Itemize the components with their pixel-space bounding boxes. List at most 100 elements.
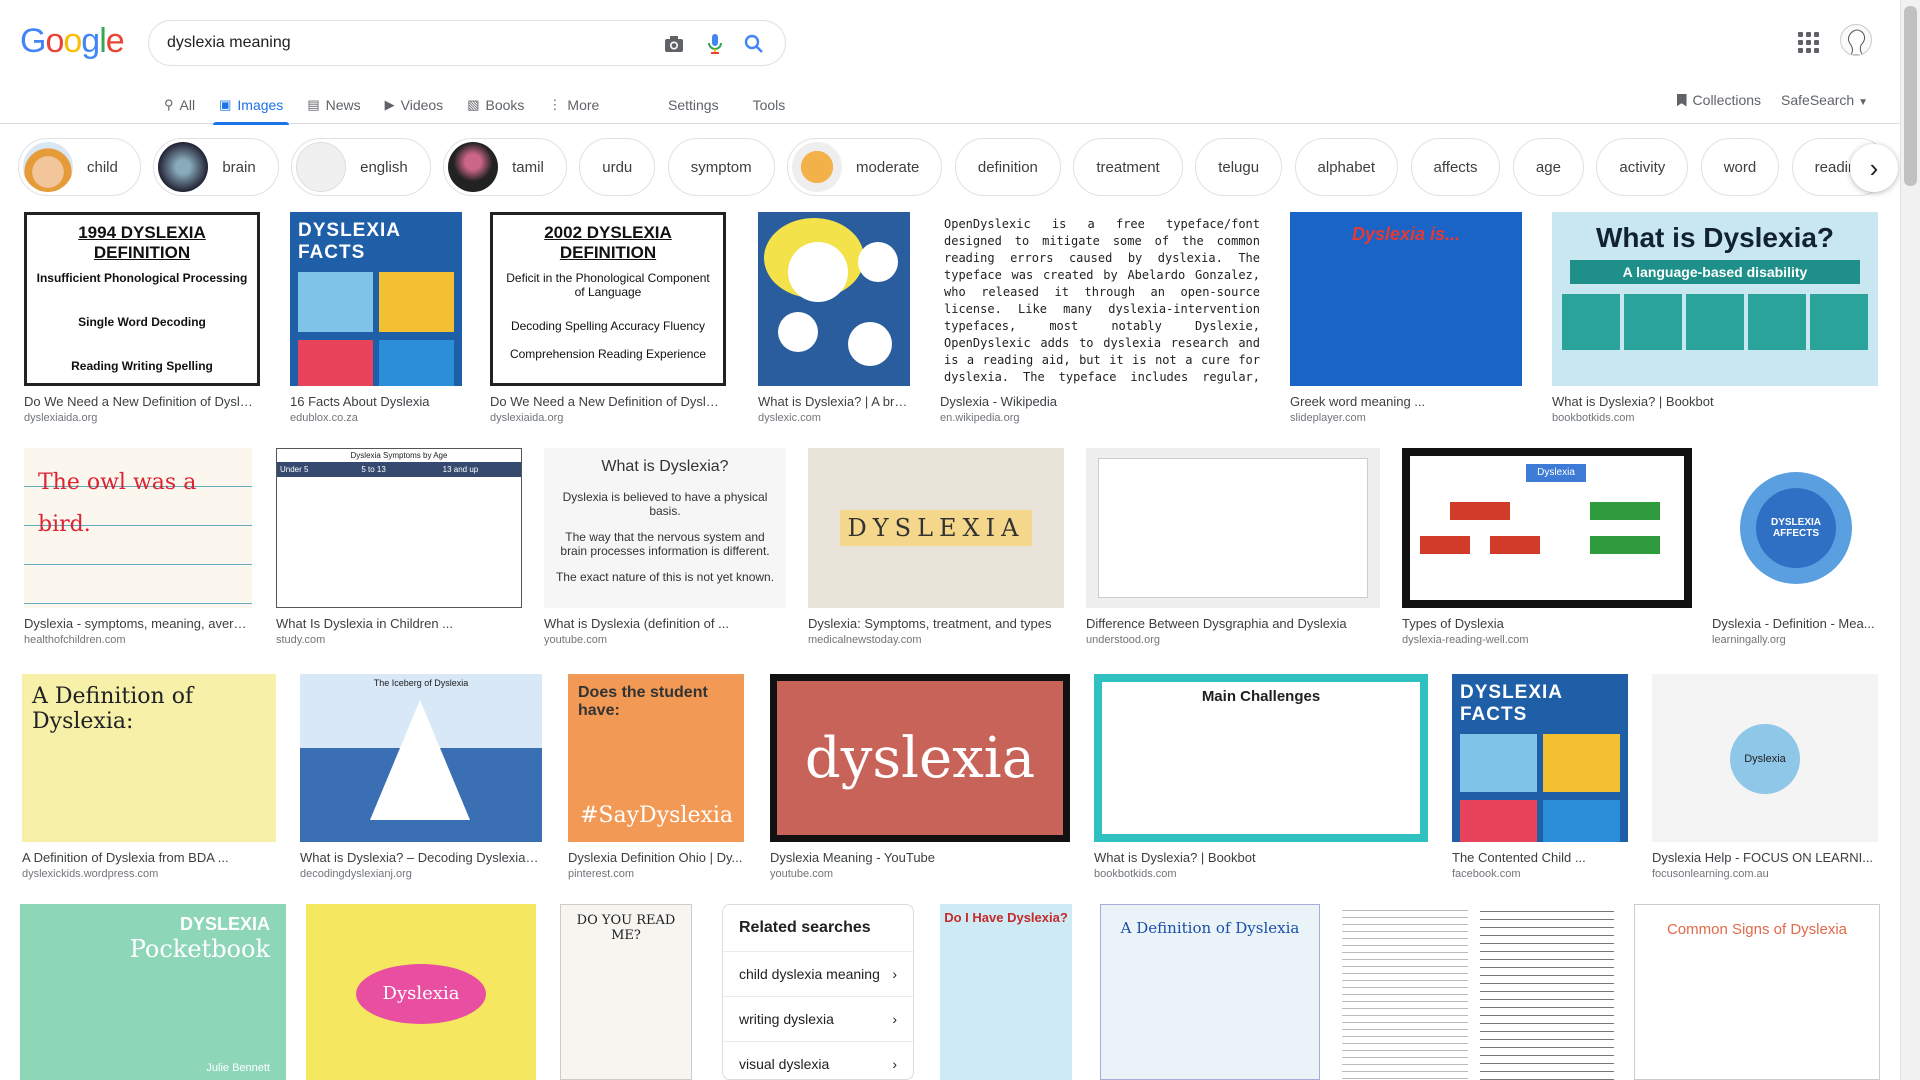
result-thumbnail: dyslexia xyxy=(770,674,1070,842)
chips-next-button[interactable]: › xyxy=(1850,144,1898,192)
image-result[interactable]: OpenDyslexic is a free typeface/font des… xyxy=(940,212,1264,424)
tab-more[interactable]: ⋮ More xyxy=(548,88,599,122)
vertical-scrollbar[interactable] xyxy=(1900,0,1920,1080)
related-search-item[interactable]: child dyslexia meaning › xyxy=(723,952,913,997)
chip-moderate[interactable]: moderate xyxy=(787,138,943,196)
tab-news[interactable]: ▤ News xyxy=(307,88,360,122)
result-thumbnail: Dyslexia xyxy=(1652,674,1878,842)
image-result[interactable]: The owl was a bird. Dyslexia - symptoms,… xyxy=(24,448,252,646)
chip-telugu[interactable]: telugu xyxy=(1195,138,1283,196)
settings-tools: Settings Tools xyxy=(668,88,785,122)
related-search-item[interactable]: visual dyslexia › xyxy=(723,1042,913,1079)
right-tools: Collections SafeSearch ▼ xyxy=(1676,88,1868,112)
chip-brain[interactable]: brain xyxy=(153,138,279,196)
chevron-right-icon: › xyxy=(1869,152,1879,183)
result-thumbnail xyxy=(1480,904,1614,1080)
image-result[interactable]: Dyslexia is... Greek word meaning ... sl… xyxy=(1290,212,1522,424)
result-thumbnail: What is Dyslexia? Dyslexia is believed t… xyxy=(544,448,786,608)
chip-affects[interactable]: affects xyxy=(1410,138,1501,196)
chip-symptom[interactable]: symptom xyxy=(667,138,775,196)
result-thumbnail: DYSLEXIA AFFECTS xyxy=(1712,448,1880,608)
image-result[interactable]: A Definition of Dyslexia xyxy=(1100,904,1320,1080)
image-result[interactable]: A Definition of Dyslexia: A Definition o… xyxy=(22,674,276,880)
image-result[interactable]: Dyslexia Symptoms by Age Under 55 to 13 1… xyxy=(276,448,522,646)
chip-tamil[interactable]: tamil xyxy=(443,138,567,196)
chip-english[interactable]: english xyxy=(291,138,431,196)
image-result[interactable]: What is Dyslexia? Dyslexia is believed t… xyxy=(544,448,786,646)
result-thumbnail: What is Dyslexia? A language-based disab… xyxy=(1552,212,1878,386)
bookmark-icon xyxy=(1676,93,1687,107)
image-result[interactable]: DO YOU READ ME? xyxy=(560,904,692,1080)
image-result[interactable]: Difference Between Dysgraphia and Dyslex… xyxy=(1086,448,1380,646)
scrollbar-thumb[interactable] xyxy=(1904,6,1917,186)
image-result[interactable]: Do I Have Dyslexia? xyxy=(940,904,1072,1080)
image-result[interactable]: DYSLEXIA FACTS 16 Facts About Dyslexia e… xyxy=(290,212,462,424)
chip-activity[interactable]: activity xyxy=(1596,138,1689,196)
chip-thumbnail xyxy=(296,142,347,192)
avatar[interactable] xyxy=(1840,24,1872,56)
tab-all[interactable]: ⚲ All xyxy=(164,88,195,122)
image-result[interactable] xyxy=(1480,904,1614,1080)
camera-icon[interactable] xyxy=(661,31,687,57)
chevron-right-icon: › xyxy=(892,966,897,982)
image-result[interactable]: 1994 DYSLEXIA DEFINITION Insufficient Ph… xyxy=(24,212,260,424)
image-result[interactable]: DYSLEXIA Dyslexia: Symptoms, treatment, … xyxy=(808,448,1064,646)
tab-books[interactable]: ▧ Books xyxy=(467,88,524,122)
chevron-right-icon: › xyxy=(892,1056,897,1072)
image-result[interactable]: Common Signs of Dyslexia xyxy=(1634,904,1880,1080)
image-result[interactable]: Dyslexia xyxy=(306,904,536,1080)
result-thumbnail: Main Challenges xyxy=(1094,674,1428,842)
image-result[interactable]: Dyslexia Dyslexia Help - FOCUS ON LEARNI… xyxy=(1652,674,1878,880)
related-search-item[interactable]: writing dyslexia › xyxy=(723,997,913,1042)
settings-link[interactable]: Settings xyxy=(668,97,719,113)
microphone-icon[interactable] xyxy=(702,31,728,57)
search-input[interactable] xyxy=(167,31,647,55)
tools-link[interactable]: Tools xyxy=(753,97,786,113)
image-result[interactable]: What is Dyslexia? | A brief... dyslexic.… xyxy=(758,212,910,424)
result-thumbnail: DYSLEXIA xyxy=(808,448,1064,608)
search-box xyxy=(148,20,786,66)
chip-child[interactable]: child xyxy=(18,138,141,196)
google-logo[interactable]: Google xyxy=(20,22,125,61)
chip-word[interactable]: word xyxy=(1700,138,1780,196)
chip-age[interactable]: age xyxy=(1512,138,1584,196)
image-result[interactable]: DYSLEXIA Pocketbook Julie Bennett xyxy=(20,904,286,1080)
chip-thumbnail xyxy=(792,142,843,192)
video-icon: ▶ xyxy=(384,97,395,112)
result-thumbnail: Common Signs of Dyslexia xyxy=(1634,904,1880,1080)
result-thumbnail: OpenDyslexic is a free typeface/font des… xyxy=(940,212,1264,386)
chip-definition[interactable]: definition xyxy=(954,138,1061,196)
chip-thumbnail xyxy=(158,142,209,192)
image-result[interactable]: Dyslexia Types of Dyslexia dyslexia-read… xyxy=(1402,448,1692,646)
search-icon[interactable] xyxy=(741,31,767,57)
result-thumbnail xyxy=(1086,448,1380,608)
chip-alphabet[interactable]: alphabet xyxy=(1294,138,1399,196)
tab-images[interactable]: ▣ Images xyxy=(213,88,290,125)
apps-grid-icon[interactable] xyxy=(1796,30,1820,54)
tab-videos[interactable]: ▶ Videos xyxy=(385,88,444,122)
image-result[interactable]: DYSLEXIA AFFECTS Dyslexia - Definition -… xyxy=(1712,448,1880,646)
result-thumbnail: DYSLEXIA Pocketbook Julie Bennett xyxy=(20,904,286,1080)
image-result[interactable]: Main Challenges What is Dyslexia? | Book… xyxy=(1094,674,1428,880)
collections-link[interactable]: Collections xyxy=(1676,92,1761,108)
image-result[interactable]: 2002 DYSLEXIA DEFINITION Deficit in the … xyxy=(490,212,726,424)
result-thumbnail: A Definition of Dyslexia: xyxy=(22,674,276,842)
chip-treatment[interactable]: treatment xyxy=(1073,138,1183,196)
related-searches: Related searches child dyslexia meaning ›… xyxy=(722,904,914,1080)
image-result[interactable]: What is Dyslexia? A language-based disab… xyxy=(1552,212,1878,424)
result-thumbnail: Do I Have Dyslexia? xyxy=(940,904,1072,1080)
safesearch-dropdown[interactable]: SafeSearch ▼ xyxy=(1781,92,1868,108)
image-result[interactable] xyxy=(1342,904,1468,1080)
result-thumbnail: Dyslexia Symptoms by Age Under 55 to 13 1… xyxy=(276,448,522,608)
image-result[interactable]: The Iceberg of Dyslexia What is Dyslexia… xyxy=(300,674,542,880)
chevron-right-icon: › xyxy=(892,1011,897,1027)
image-result[interactable]: Does the student have: #SayDyslexia Dysl… xyxy=(568,674,744,880)
image-result[interactable]: dyslexia Dyslexia Meaning - YouTube yout… xyxy=(770,674,1070,880)
result-thumbnail: A Definition of Dyslexia xyxy=(1100,904,1320,1080)
related-searches-panel: Related searches child dyslexia meaning ›… xyxy=(722,904,914,1080)
result-thumbnail: Dyslexia is... xyxy=(1290,212,1522,386)
chip-urdu[interactable]: urdu xyxy=(579,138,656,196)
image-result[interactable]: DYSLEXIA FACTS The Contented Child ... f… xyxy=(1452,674,1628,880)
chip-thumbnail xyxy=(448,142,499,192)
dropdown-arrow-icon: ▼ xyxy=(1858,97,1868,108)
